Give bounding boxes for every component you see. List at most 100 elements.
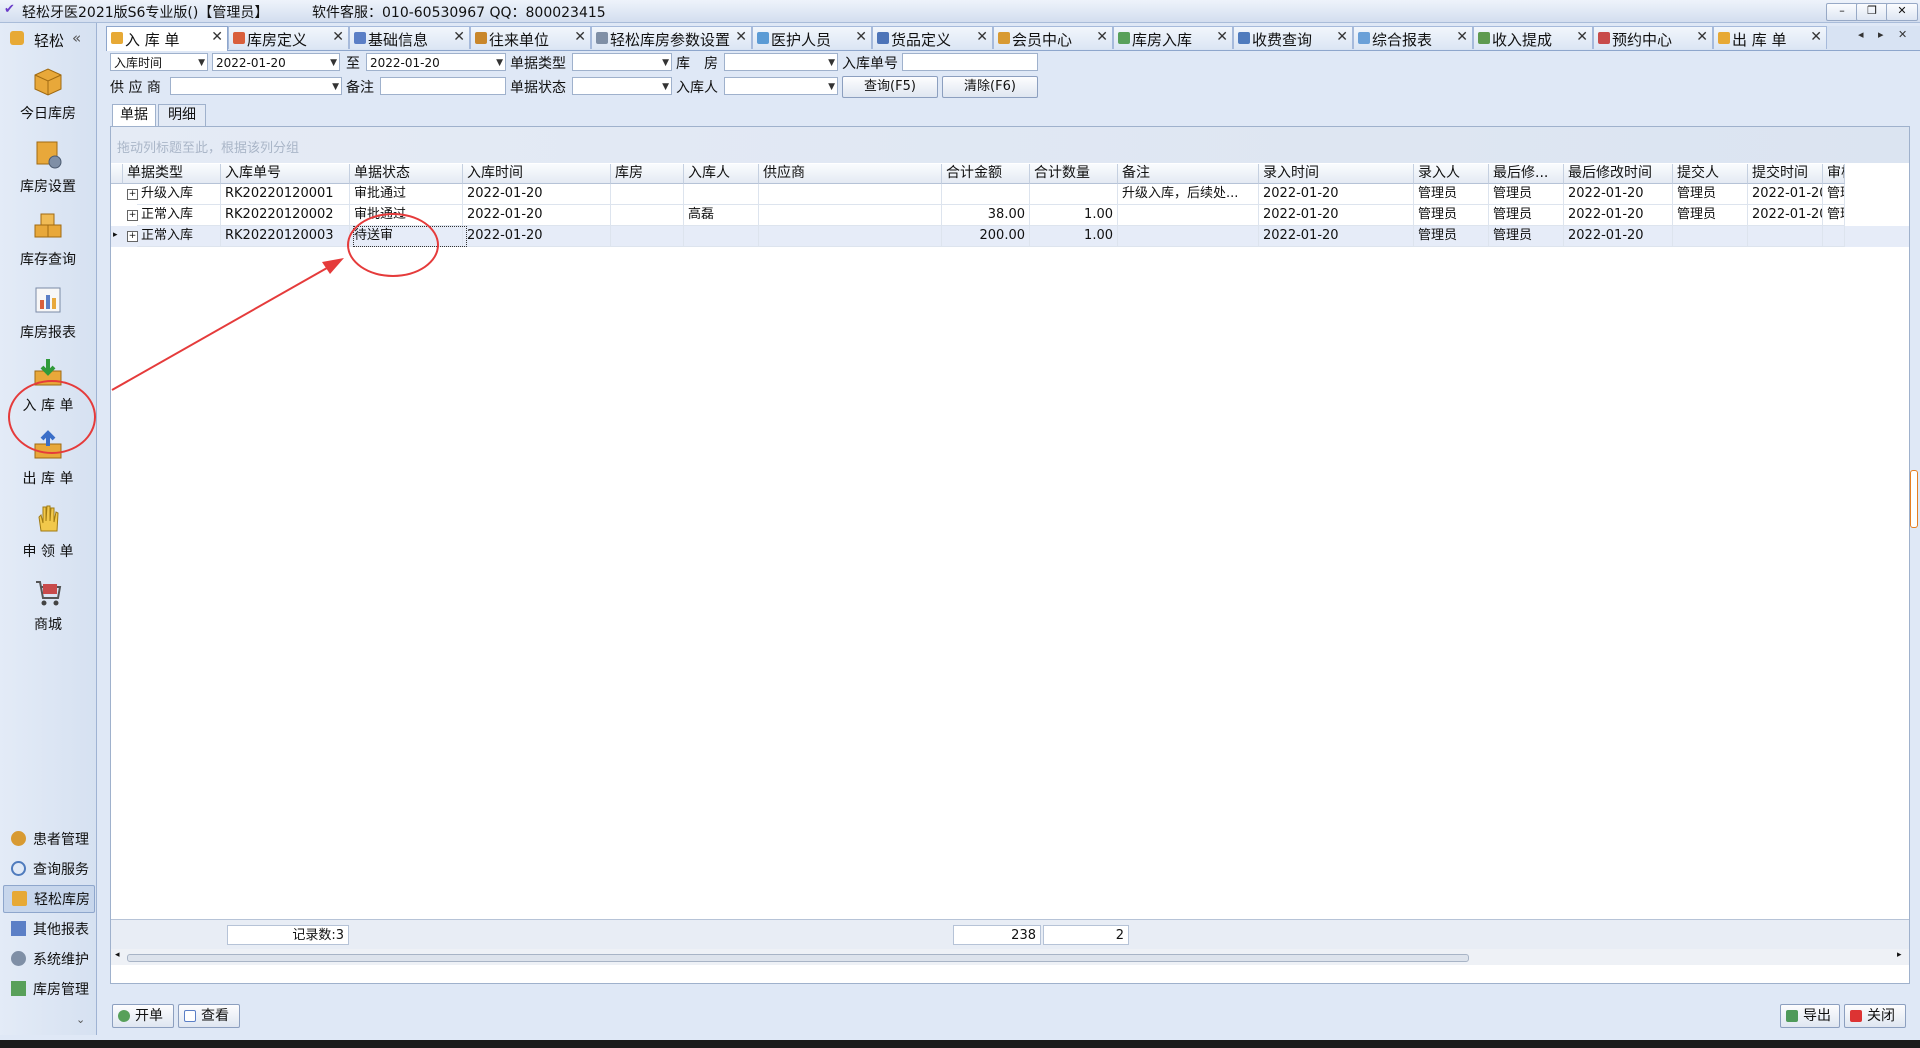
column-header[interactable]: 入库时间: [463, 164, 611, 184]
close-tab-icon[interactable]: ✕: [1696, 29, 1708, 45]
table-cell[interactable]: 2022-01-20: [463, 184, 611, 205]
close-tab-icon[interactable]: ✕: [1456, 29, 1468, 45]
sidebar-item-mall[interactable]: 商城: [6, 572, 90, 638]
tab-comprehensive-report[interactable]: 综合报表 ✕: [1353, 26, 1473, 49]
close-button[interactable]: 关闭: [1844, 1004, 1906, 1028]
column-header[interactable]: 库房: [611, 164, 684, 184]
table-cell[interactable]: [684, 184, 759, 205]
sidebar-module-query-service[interactable]: 查询服务: [3, 856, 93, 882]
close-tab-icon[interactable]: ✕: [1216, 29, 1228, 45]
close-tab-icon[interactable]: ✕: [1336, 29, 1348, 45]
column-header[interactable]: 入库人: [684, 164, 759, 184]
subtab-details[interactable]: 明细: [158, 104, 206, 126]
export-button[interactable]: 导出: [1780, 1004, 1840, 1028]
sidebar-item-today-warehouse[interactable]: 今日库房: [6, 61, 90, 127]
tab-appointment-center[interactable]: 预约中心 ✕: [1593, 26, 1713, 49]
table-cell[interactable]: 审批通过: [350, 184, 463, 205]
group-by-panel[interactable]: 拖动列标题至此，根据该列分组: [111, 127, 1909, 163]
column-header[interactable]: 最后修改时间: [1564, 164, 1673, 184]
table-cell[interactable]: 管理: [1823, 205, 1845, 226]
table-cell[interactable]: [942, 184, 1030, 205]
table-cell[interactable]: [1673, 226, 1748, 247]
receiver-select[interactable]: ▼: [724, 77, 838, 95]
tab-income-commission[interactable]: 收入提成 ✕: [1473, 26, 1593, 49]
table-cell[interactable]: [1118, 226, 1259, 247]
sidebar-module-warehouse[interactable]: 轻松库房: [3, 885, 95, 913]
tab-warehouse-params[interactable]: 轻松库房参数设置 ✕: [591, 26, 752, 49]
date-type-select[interactable]: 入库时间 ▼: [110, 53, 208, 71]
close-tab-icon[interactable]: ✕: [1810, 29, 1822, 45]
table-cell[interactable]: [1030, 184, 1118, 205]
tab-warehouse-definition[interactable]: 库房定义 ✕: [228, 26, 349, 49]
sidebar-module-patients[interactable]: 患者管理: [3, 826, 93, 852]
table-cell[interactable]: 管理员: [1489, 184, 1564, 205]
table-cell[interactable]: [684, 226, 759, 247]
tab-charge-query[interactable]: 收费查询 ✕: [1233, 26, 1353, 49]
close-tab-icon[interactable]: ✕: [735, 29, 747, 45]
close-all-tabs-icon[interactable]: ✕: [1898, 28, 1907, 41]
table-cell[interactable]: 管理员: [1414, 226, 1489, 247]
close-tab-icon[interactable]: ✕: [1096, 29, 1108, 45]
column-header[interactable]: 合计数量: [1030, 164, 1118, 184]
table-cell[interactable]: 管理员: [1673, 205, 1748, 226]
table-cell[interactable]: [611, 226, 684, 247]
column-header[interactable]: 入库单号: [221, 164, 350, 184]
table-cell[interactable]: 正常入库: [137, 205, 221, 226]
table-cell[interactable]: 2022-01-20: [1259, 184, 1414, 205]
table-cell[interactable]: 38.00: [942, 205, 1030, 226]
close-tab-icon[interactable]: ✕: [855, 29, 867, 45]
collapse-sidebar-icon[interactable]: «: [72, 29, 81, 47]
sidebar-item-requisition[interactable]: 申 领 单: [6, 499, 90, 565]
tab-outbound-order[interactable]: 出 库 单 ✕: [1713, 26, 1827, 49]
warehouse-select[interactable]: ▼: [724, 53, 838, 71]
sidebar-module-system-maintenance[interactable]: 系统维护: [3, 946, 93, 972]
table-cell[interactable]: [1823, 226, 1845, 247]
sidebar-module-other-reports[interactable]: 其他报表: [3, 916, 93, 942]
tab-medical-staff[interactable]: 医护人员 ✕: [752, 26, 872, 49]
doc-type-select[interactable]: ▼: [572, 53, 672, 71]
horizontal-scrollbar[interactable]: ◂ ▸: [111, 949, 1909, 965]
column-header[interactable]: 合计金额: [942, 164, 1030, 184]
query-button[interactable]: 查询(F5): [842, 76, 938, 98]
scrollbar-thumb[interactable]: [127, 954, 1469, 962]
close-tab-icon[interactable]: ✕: [453, 29, 465, 45]
tab-member-center[interactable]: 会员中心 ✕: [993, 26, 1113, 49]
table-cell[interactable]: [1118, 205, 1259, 226]
close-window-button[interactable]: ✕: [1886, 3, 1918, 21]
table-cell[interactable]: 管理员: [1414, 184, 1489, 205]
tab-scroll-right-icon[interactable]: ▸: [1878, 28, 1884, 41]
minimize-button[interactable]: –: [1826, 3, 1858, 21]
table-cell[interactable]: 2022-01-20: [1564, 226, 1673, 247]
column-header[interactable]: 单据类型: [123, 164, 221, 184]
tab-inbound-order[interactable]: 入 库 单 ✕: [106, 26, 228, 51]
tab-scroll-left-icon[interactable]: ◂: [1858, 28, 1864, 41]
table-cell[interactable]: 高磊: [684, 205, 759, 226]
close-tab-icon[interactable]: ✕: [211, 29, 223, 45]
more-modules-icon[interactable]: ⌄: [76, 1013, 85, 1026]
column-header[interactable]: 提交时间: [1748, 164, 1823, 184]
column-header[interactable]: 备注: [1118, 164, 1259, 184]
column-header[interactable]: 审核: [1823, 164, 1845, 184]
clear-button[interactable]: 清除(F6): [942, 76, 1038, 98]
remark-input[interactable]: [380, 77, 506, 95]
table-cell[interactable]: 正常入库: [137, 226, 221, 247]
table-cell[interactable]: 2022-01-20: [463, 226, 611, 247]
supplier-select[interactable]: ▼: [170, 77, 342, 95]
table-cell[interactable]: [759, 205, 942, 226]
table-cell[interactable]: [1748, 226, 1823, 247]
table-cell[interactable]: 管理员: [1489, 205, 1564, 226]
doc-no-input[interactable]: [902, 53, 1038, 71]
table-cell[interactable]: [759, 226, 942, 247]
vertical-scroll-indicator[interactable]: [1910, 470, 1918, 528]
tab-warehouse-inbound[interactable]: 库房入库 ✕: [1113, 26, 1233, 49]
tab-goods-definition[interactable]: 货品定义 ✕: [872, 26, 993, 49]
table-cell[interactable]: 升级入库，后续处...: [1118, 184, 1259, 205]
table-cell[interactable]: 2022-01-20: [1564, 184, 1673, 205]
scroll-left-icon[interactable]: ◂: [115, 950, 120, 960]
sidebar-item-stock-query[interactable]: 库存查询: [6, 207, 90, 273]
date-to-picker[interactable]: 2022-01-20 ▼: [366, 53, 506, 71]
sidebar-item-warehouse-report[interactable]: 库房报表: [6, 280, 90, 346]
close-tab-icon[interactable]: ✕: [1576, 29, 1588, 45]
scroll-right-icon[interactable]: ▸: [1897, 950, 1902, 960]
view-button[interactable]: 查看: [178, 1004, 240, 1028]
